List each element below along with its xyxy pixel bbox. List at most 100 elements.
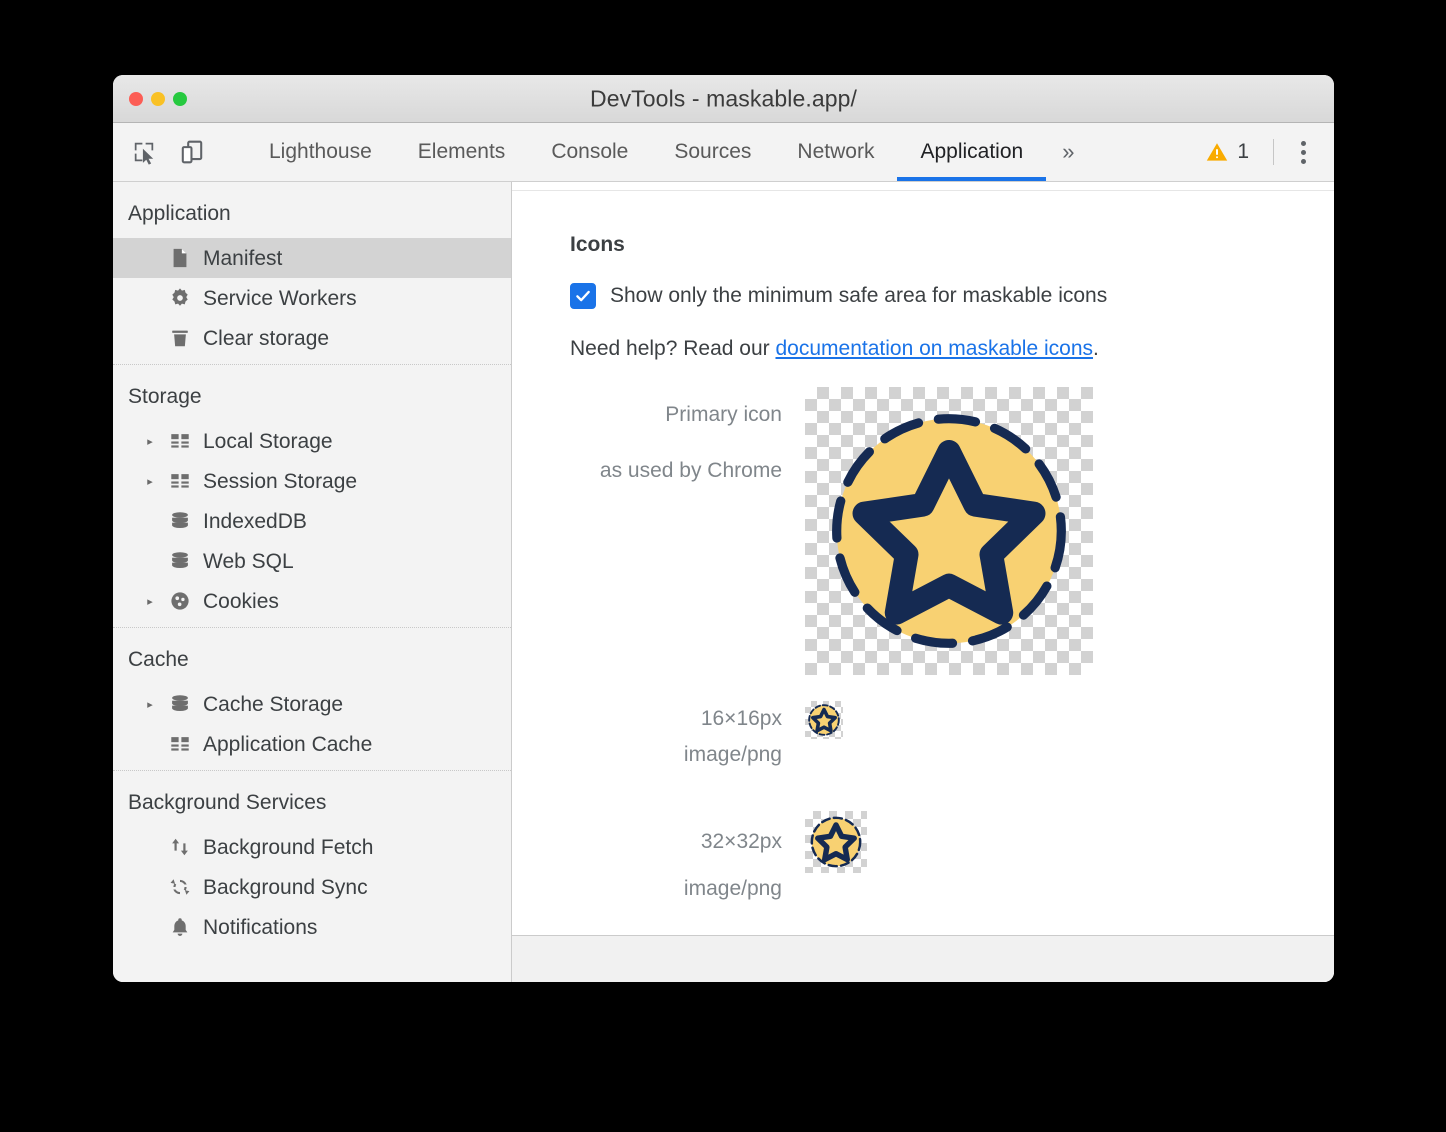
tab-label: Application	[920, 140, 1023, 164]
window-titlebar: DevTools - maskable.app/	[113, 75, 1334, 123]
warning-triangle-icon	[1205, 140, 1229, 164]
sidebar-item-notifications[interactable]: ▸ Notifications	[113, 907, 511, 947]
maskable-star-icon	[805, 387, 1093, 675]
sidebar-group-storage: Storage ▸	[113, 364, 511, 627]
device-toolbar-icon[interactable]	[175, 135, 209, 169]
database-icon	[167, 550, 193, 572]
maskable-safe-area-checkbox[interactable]	[570, 283, 596, 309]
checkmark-icon	[574, 287, 592, 305]
sidebar-item-manifest[interactable]: ▸ Manifest	[113, 238, 511, 278]
sidebar-item-service-workers[interactable]: ▸ Service Workers	[113, 278, 511, 318]
sidebar-group-header: Application	[113, 182, 511, 238]
sidebar-item-background-fetch[interactable]: ▸ Background Fetch	[113, 827, 511, 867]
tab-label: Sources	[674, 140, 751, 164]
tab-label: Lighthouse	[269, 140, 372, 164]
primary-icon-preview[interactable]	[805, 387, 1093, 675]
window-title: DevTools - maskable.app/	[113, 85, 1334, 112]
bell-icon	[167, 916, 193, 938]
icon-32-preview[interactable]	[805, 811, 867, 873]
sidebar-item-local-storage[interactable]: ▸ Local Storage	[113, 421, 511, 461]
sidebar-item-label: Service Workers	[203, 288, 357, 309]
toolbar-divider-2	[1273, 139, 1274, 165]
sidebar-item-label: Cookies	[203, 591, 279, 612]
sidebar-group-cache: Cache ▸ Cache Storage	[113, 627, 511, 770]
sidebar-item-label: Web SQL	[203, 551, 294, 572]
manifest-icons-section: Icons Show only the minimum safe area fo…	[512, 191, 1334, 935]
toolbar-icon-group	[113, 123, 246, 181]
icon-16-label: 16×16px	[570, 701, 805, 737]
updown-arrows-icon	[167, 836, 193, 858]
maskable-safe-area-row[interactable]: Show only the minimum safe area for mask…	[570, 283, 1334, 309]
sidebar-item-label: Clear storage	[203, 328, 329, 349]
icon-32-row: 32×32px	[570, 811, 1334, 873]
sidebar-item-application-cache[interactable]: ▸ Application Cache	[113, 724, 511, 764]
icon-32-mime: image/png	[570, 877, 805, 901]
more-options-icon[interactable]	[1288, 135, 1318, 169]
gear-icon	[167, 287, 193, 309]
sidebar-item-web-sql[interactable]: ▸ Web SQL	[113, 541, 511, 581]
sidebar-item-label: Background Sync	[203, 877, 368, 898]
primary-icon-label-line2: as used by Chrome	[570, 443, 782, 499]
sidebar-item-cookies[interactable]: ▸ Cookies	[113, 581, 511, 621]
sidebar-item-indexeddb[interactable]: ▸ IndexedDB	[113, 501, 511, 541]
tab-console[interactable]: Console	[528, 123, 651, 181]
sidebar-group-application: Application ▸ Manifest ▸	[113, 182, 511, 364]
sidebar-item-label: Background Fetch	[203, 837, 373, 858]
page-title: Icons	[570, 233, 1334, 257]
sidebar-item-label: Manifest	[203, 248, 282, 269]
panel-footer	[512, 935, 1334, 982]
toolbar-status-group: 1	[1195, 123, 1334, 181]
sidebar-group-header: Background Services	[113, 771, 511, 827]
sidebar-item-label: IndexedDB	[203, 511, 307, 532]
expand-arrow-icon[interactable]: ▸	[143, 698, 157, 711]
maskable-docs-link[interactable]: documentation on maskable icons	[775, 337, 1093, 360]
tab-lighthouse[interactable]: Lighthouse	[246, 123, 395, 181]
spacer	[570, 679, 1334, 701]
tab-elements[interactable]: Elements	[395, 123, 529, 181]
inspect-element-icon[interactable]	[127, 135, 161, 169]
trash-icon	[167, 327, 193, 349]
sidebar-item-label: Application Cache	[203, 734, 372, 755]
tab-network[interactable]: Network	[774, 123, 897, 181]
expand-arrow-icon[interactable]: ▸	[143, 435, 157, 448]
icon-16-preview[interactable]	[805, 701, 843, 739]
icon-16-cell[interactable]	[805, 701, 843, 739]
tab-label: Network	[797, 140, 874, 164]
primary-icon-cell[interactable]	[805, 387, 1093, 675]
sidebar-group-header: Cache	[113, 628, 511, 684]
warnings-indicator[interactable]: 1	[1195, 140, 1259, 164]
expand-arrow-icon[interactable]: ▸	[143, 595, 157, 608]
application-sidebar[interactable]: Application ▸ Manifest ▸	[113, 182, 512, 982]
table-icon	[167, 470, 193, 492]
icon-32-mime-row: image/png	[570, 877, 1334, 901]
sidebar-item-clear-storage[interactable]: ▸ Clear storage	[113, 318, 511, 358]
more-tabs-icon[interactable]: »	[1046, 123, 1090, 181]
primary-icon-label-line1: Primary icon	[570, 387, 782, 443]
devtools-body: Application ▸ Manifest ▸	[113, 182, 1334, 982]
icon-32-cell[interactable]	[805, 811, 867, 873]
table-icon	[167, 430, 193, 452]
sidebar-item-background-sync[interactable]: ▸ Background Sync	[113, 867, 511, 907]
panel-tabs: Lighthouse Elements Console Sources Netw…	[246, 123, 1195, 181]
screen: DevTools - maskable.app/	[0, 0, 1446, 1132]
tab-sources[interactable]: Sources	[651, 123, 774, 181]
tab-application[interactable]: Application	[897, 123, 1046, 181]
sync-icon	[167, 876, 193, 898]
sidebar-item-session-storage[interactable]: ▸ Session Storage	[113, 461, 511, 501]
maskable-star-icon	[805, 811, 867, 873]
maskable-safe-area-label: Show only the minimum safe area for mask…	[610, 284, 1107, 308]
expand-arrow-icon[interactable]: ▸	[143, 475, 157, 488]
sidebar-item-label: Cache Storage	[203, 694, 343, 715]
warning-count: 1	[1237, 140, 1249, 164]
icon-32-label: 32×32px	[570, 811, 805, 873]
sidebar-item-label: Notifications	[203, 917, 317, 938]
icon-16-mime-row: image/png	[570, 743, 1334, 767]
sidebar-group-header: Storage	[113, 365, 511, 421]
sidebar-item-cache-storage[interactable]: ▸ Cache Storage	[113, 684, 511, 724]
icon-16-row: 16×16px	[570, 701, 1334, 739]
cookie-icon	[167, 590, 193, 612]
document-icon	[167, 247, 193, 269]
devtools-window: DevTools - maskable.app/	[113, 75, 1334, 982]
help-suffix: .	[1093, 337, 1099, 360]
sidebar-item-label: Local Storage	[203, 431, 333, 452]
